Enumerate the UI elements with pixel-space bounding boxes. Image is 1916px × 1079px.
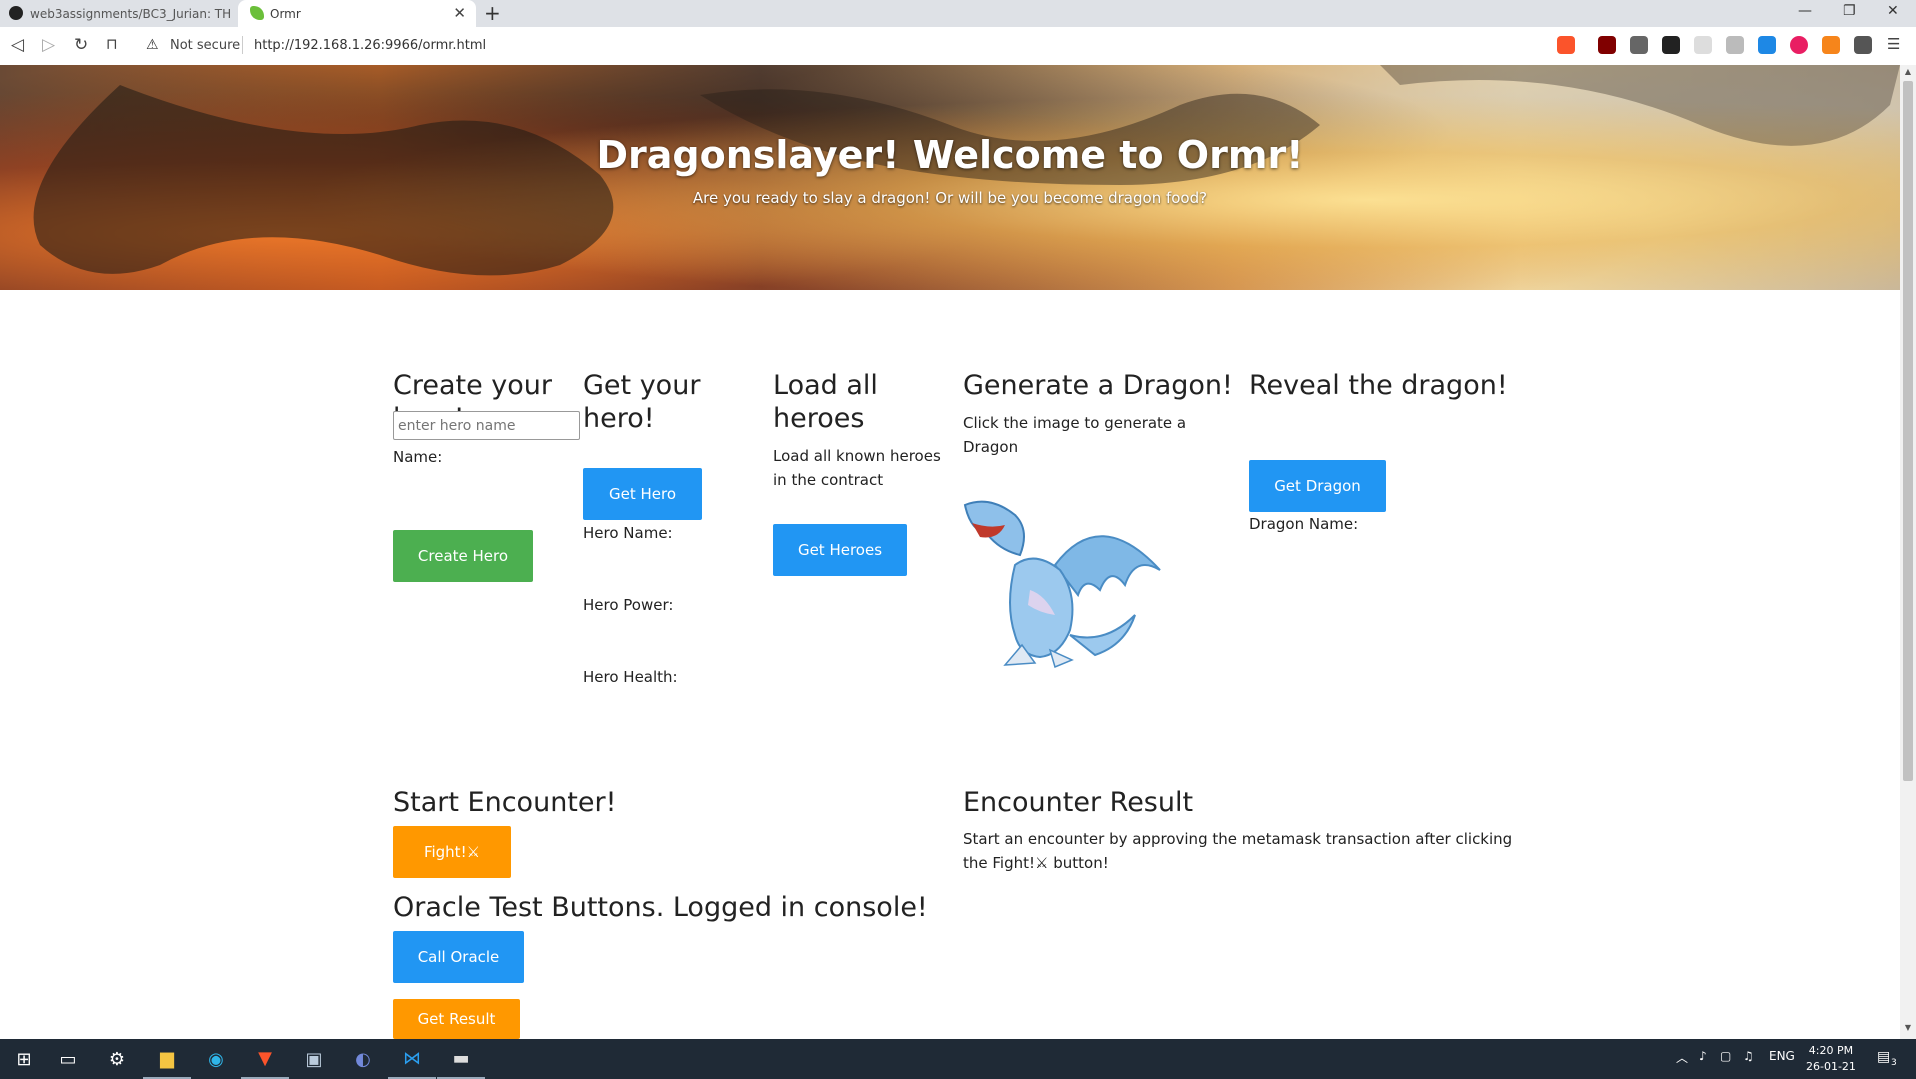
terminal-icon[interactable]: ▬ [437,1039,485,1079]
extension-icon[interactable] [1726,36,1744,54]
load-heroes-heading: Load all heroes [773,370,878,434]
metamask-icon[interactable] [1822,36,1840,54]
leaf-icon [250,6,264,20]
warning-icon: ⚠ [146,37,159,53]
tab-title: Ormr [270,6,301,21]
language-indicator[interactable]: ENG [1769,1049,1795,1063]
github-icon [9,6,23,20]
extension-icon[interactable] [1630,36,1648,54]
hero-banner: Dragonslayer! Welcome to Ormr! Are you r… [0,65,1900,290]
app-icon[interactable]: ▣ [290,1039,338,1079]
browser-tab-active[interactable]: Ormr ✕ [238,0,476,27]
generate-dragon-heading: Generate a Dragon! [963,370,1233,401]
forward-icon[interactable]: ▷ [42,35,55,55]
encounter-result-heading: Encounter Result [963,787,1194,818]
vscode-icon[interactable]: ⋈ [388,1039,436,1079]
extension-icon[interactable] [1694,36,1712,54]
extension-d-icon[interactable] [1662,36,1680,54]
brave-icon[interactable]: ▼ [241,1039,289,1079]
notification-count: 3 [1891,1058,1897,1068]
puzzle-icon[interactable] [1854,36,1872,54]
close-tab-icon[interactable]: ✕ [453,4,466,22]
browser-tab[interactable]: web3assignments/BC3_Jurian: THUAS [0,0,238,27]
restore-button[interactable]: ❐ [1843,3,1856,19]
microphone-icon[interactable]: ♪ [1699,1049,1707,1063]
dragon-image[interactable] [960,495,1165,670]
color-picker-icon[interactable] [1790,36,1808,54]
back-icon[interactable]: ◁ [11,35,24,55]
network-icon[interactable]: ▢ [1720,1049,1731,1063]
reveal-dragon-heading: Reveal the dragon! [1249,370,1508,401]
hero-health-label: Hero Health: [583,668,678,686]
security-label[interactable]: Not secure [170,38,240,53]
url-input[interactable]: http://192.168.1.26:9966/ormr.html [254,38,486,53]
get-heroes-button[interactable]: Get Heroes [773,524,907,576]
call-oracle-button[interactable]: Call Oracle [393,931,524,983]
start-encounter-heading: Start Encounter! [393,787,617,818]
page-title: Dragonslayer! Welcome to Ormr! [596,133,1304,177]
name-label: Name: [393,448,443,466]
menu-icon[interactable]: ☰ [1887,35,1900,53]
oracle-heading: Oracle Test Buttons. Logged in console! [393,892,928,923]
address-bar: ◁ ▷ ↻ ⊓ ⚠ Not secure http://192.168.1.26… [0,27,1916,66]
generate-dragon-description: Click the image to generate a Dragon [963,414,1187,456]
page-scrollbar[interactable]: ▲ ▼ [1900,65,1916,1039]
hero-name-label: Hero Name: [583,524,673,542]
ublock-icon[interactable] [1598,36,1616,54]
volume-icon[interactable]: ♫ [1743,1049,1754,1063]
edge-icon[interactable]: ◉ [192,1039,240,1079]
reload-icon[interactable]: ↻ [74,35,88,55]
dragon-silhouette-image [33,65,1900,276]
scroll-down-icon[interactable]: ▼ [1900,1023,1916,1037]
url-divider [242,36,243,54]
create-hero-button[interactable]: Create Hero [393,530,533,582]
page-subtitle: Are you ready to slay a dragon! Or will … [692,189,1208,207]
file-explorer-icon[interactable]: ▆ [143,1039,191,1079]
brave-shield-icon[interactable] [1557,36,1575,54]
download-icon[interactable] [1758,36,1776,54]
tray-chevron-icon[interactable]: ︿ [1676,1049,1688,1066]
tab-title: web3assignments/BC3_Jurian: THUAS [30,6,230,21]
clock-time: 4:20 PM [1808,1044,1854,1057]
task-view-icon[interactable]: ▭ [44,1039,92,1079]
scroll-up-icon[interactable]: ▲ [1900,67,1916,81]
browser-tab-bar: web3assignments/BC3_Jurian: THUAS Ormr ✕… [0,0,1916,27]
fight-button[interactable]: Fight!⚔ [393,826,511,878]
taskbar: ⊞ ▭ ⚙ ▆ ◉ ▼ ▣ ◐ ⋈ ▬ ︿ ♪ ▢ ♫ ENG 4:20 PM … [0,1039,1916,1079]
hero-name-input[interactable] [393,411,580,440]
get-dragon-button[interactable]: Get Dragon [1249,460,1386,512]
dragon-name-label: Dragon Name: [1249,515,1359,533]
close-window-button[interactable]: ✕ [1887,3,1899,19]
settings-icon[interactable]: ⚙ [93,1039,141,1079]
load-heroes-description: Load all known heroes in the contract [773,447,941,489]
encounter-result-text: Start an encounter by approving the meta… [963,830,1513,872]
minimize-button[interactable]: — [1798,3,1812,19]
discord-icon[interactable]: ◐ [339,1039,387,1079]
clock-date: 26-01-21 [1806,1060,1856,1073]
scroll-thumb[interactable] [1903,81,1913,781]
get-result-button[interactable]: Get Result [393,999,520,1039]
get-hero-button[interactable]: Get Hero [583,468,702,520]
hero-power-label: Hero Power: [583,596,674,614]
bookmark-icon[interactable]: ⊓ [106,35,118,53]
new-tab-button[interactable]: + [484,1,501,25]
windows-start-icon[interactable]: ⊞ [0,1039,48,1079]
notifications-icon[interactable]: ▤ [1877,1049,1890,1065]
clock[interactable]: 4:20 PM 26-01-21 [1806,1043,1856,1075]
get-hero-heading: Get your hero! [583,370,701,434]
